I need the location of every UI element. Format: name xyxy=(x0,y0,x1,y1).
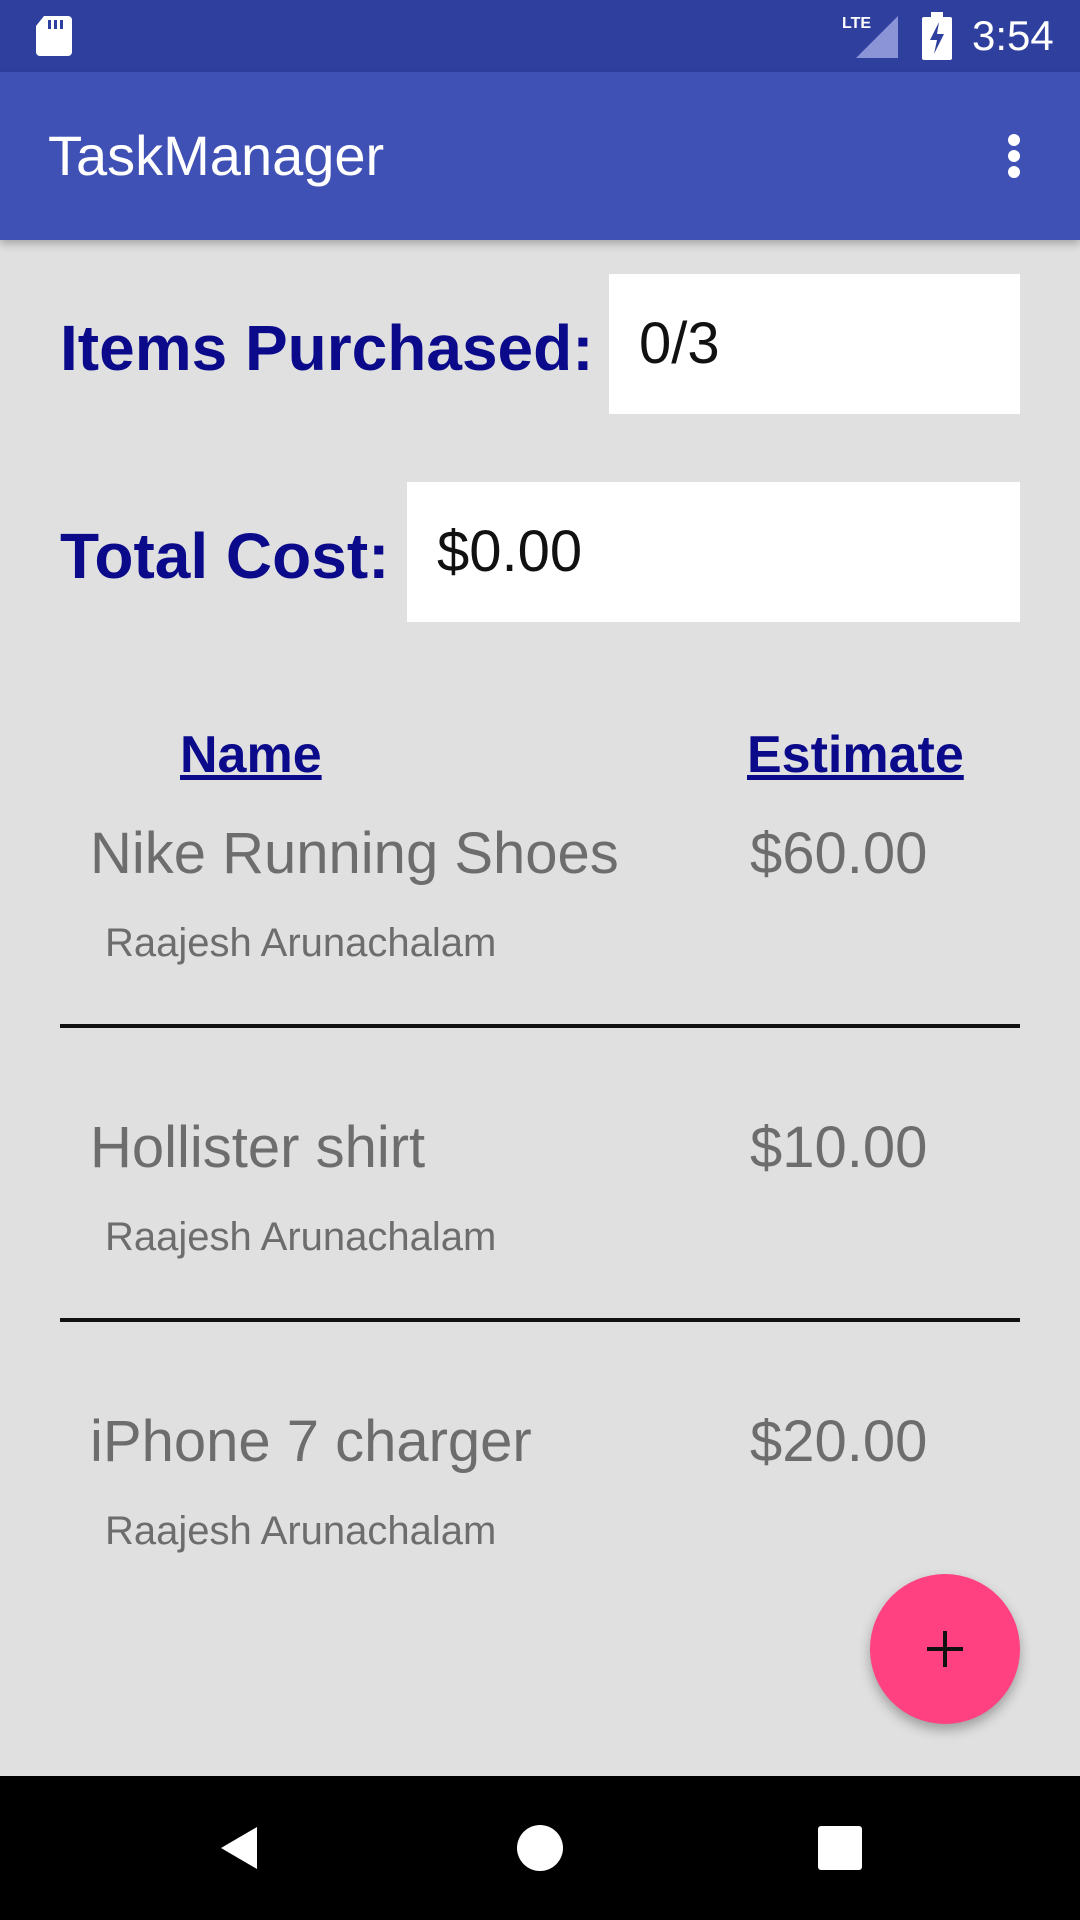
task-estimate: $10.00 xyxy=(750,1115,928,1180)
task-assignee: Raajesh Arunachalam xyxy=(105,1215,497,1259)
task-name: iPhone 7 charger xyxy=(90,1409,532,1474)
status-time: 3:54 xyxy=(972,12,1054,59)
battery-charging-icon xyxy=(922,12,952,60)
status-bar: LTE 3:54 xyxy=(0,0,1080,72)
recents-button[interactable] xyxy=(790,1798,890,1898)
back-icon xyxy=(221,1827,257,1869)
back-button[interactable] xyxy=(190,1798,290,1898)
column-header-estimate[interactable]: Estimate xyxy=(747,722,964,788)
list-divider xyxy=(60,1024,1020,1028)
task-name: Hollister shirt xyxy=(90,1115,426,1180)
total-cost-label: Total Cost: xyxy=(60,520,390,592)
list-divider xyxy=(60,1318,1020,1322)
signal-icon: LTE xyxy=(842,15,898,58)
home-button[interactable] xyxy=(490,1798,590,1898)
items-purchased-label: Items Purchased: xyxy=(60,312,594,384)
task-estimate: $60.00 xyxy=(750,821,928,886)
sd-card-icon xyxy=(36,16,72,56)
home-icon xyxy=(517,1825,563,1871)
task-name: Nike Running Shoes xyxy=(90,821,619,886)
task-estimate: $20.00 xyxy=(750,1409,928,1474)
task-assignee: Raajesh Arunachalam xyxy=(105,1509,497,1553)
task-assignee: Raajesh Arunachalam xyxy=(105,921,497,965)
recents-icon xyxy=(818,1826,862,1870)
column-header-name[interactable]: Name xyxy=(180,722,322,788)
list-item[interactable]: iPhone 7 charger $20.00 Raajesh Arunacha… xyxy=(60,1406,1020,1636)
items-purchased-field[interactable] xyxy=(609,274,1020,414)
list-item[interactable]: Nike Running Shoes $60.00 Raajesh Arunac… xyxy=(60,818,1020,1048)
more-vert-icon[interactable] xyxy=(990,128,1038,184)
app-title: TaskManager xyxy=(48,124,385,187)
navigation-bar xyxy=(0,1776,1080,1920)
network-type-label: LTE xyxy=(842,15,871,32)
app-bar: TaskManager xyxy=(0,72,1080,240)
add-task-button[interactable] xyxy=(870,1574,1020,1724)
add-icon xyxy=(927,1631,963,1667)
total-cost-field[interactable] xyxy=(407,482,1020,622)
list-item[interactable]: Hollister shirt $10.00 Raajesh Arunachal… xyxy=(60,1112,1020,1342)
